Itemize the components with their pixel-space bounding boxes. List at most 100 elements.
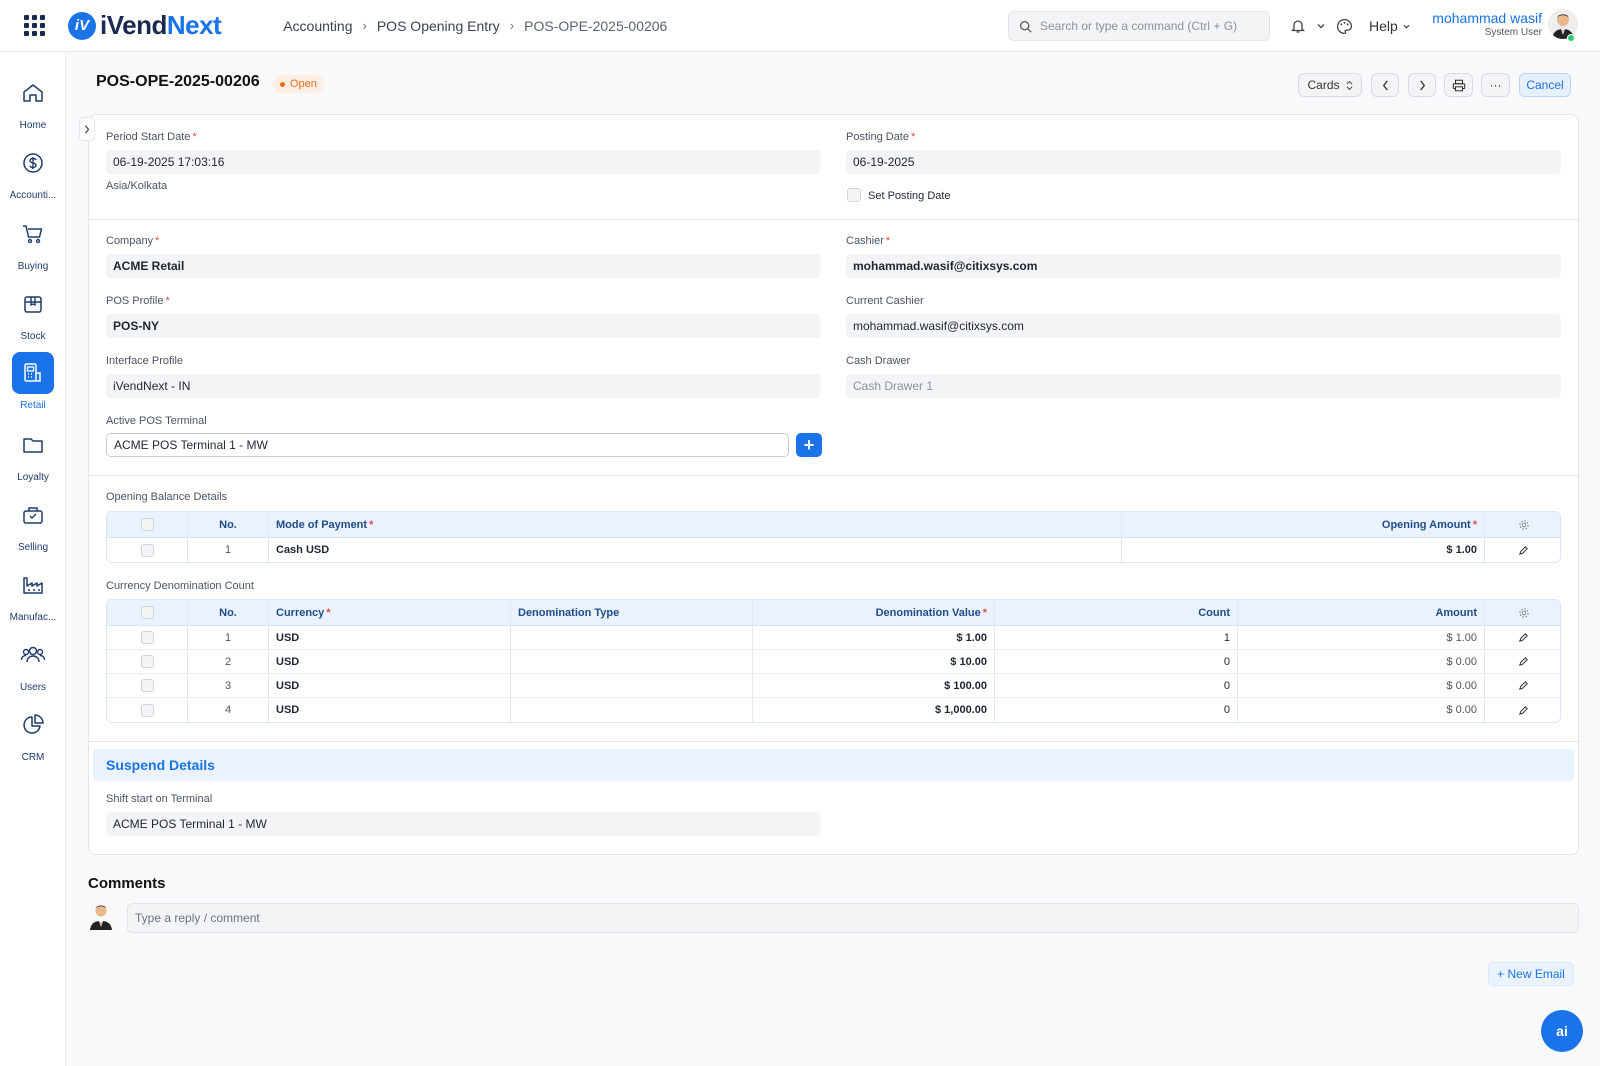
row-edit-cell (1485, 698, 1560, 722)
notification-bell-icon[interactable] (1290, 18, 1306, 34)
pos-profile-field[interactable]: POS-NY (106, 314, 821, 338)
table-header: No. Currency * Denomination Type Denomina… (107, 600, 1560, 626)
sidebar-item-loyalty[interactable]: Loyalty (0, 424, 66, 494)
edit-pencil-icon[interactable] (1518, 656, 1529, 667)
cards-view-button[interactable]: Cards (1298, 73, 1362, 97)
settings-gear-icon[interactable] (1518, 519, 1530, 531)
column-header-denomination-type[interactable]: Denomination Type (511, 600, 753, 625)
select-all-checkbox[interactable] (140, 606, 154, 619)
comment-box[interactable] (127, 903, 1579, 933)
breadcrumb-accounting[interactable]: Accounting (283, 18, 352, 34)
row-checkbox[interactable] (140, 655, 154, 668)
settings-gear-icon[interactable] (1518, 607, 1530, 619)
table-row[interactable]: 1 USD $ 1.00 1 $ 1.00 (107, 626, 1560, 650)
table-row[interactable]: 3 USD $ 100.00 0 $ 0.00 (107, 674, 1560, 698)
chevron-right-icon (1419, 80, 1425, 90)
edit-pencil-icon[interactable] (1518, 680, 1529, 691)
print-button[interactable] (1444, 73, 1473, 97)
sidebar-item-buying[interactable]: Buying (0, 213, 66, 283)
table-row[interactable]: 1 Cash USD $ 1.00 (107, 538, 1560, 562)
cancel-button[interactable]: Cancel (1519, 73, 1571, 97)
column-header-currency[interactable]: Currency * (269, 600, 511, 625)
row-denomination-type[interactable] (511, 650, 753, 673)
interface-profile-field[interactable]: iVendNext - IN (106, 374, 821, 398)
row-count[interactable]: 0 (995, 698, 1238, 722)
column-header-mode-of-payment[interactable]: Mode of Payment * (269, 512, 1122, 537)
search-input[interactable] (1040, 19, 1260, 33)
chevron-down-icon[interactable] (1316, 21, 1326, 31)
more-actions-button[interactable]: ··· (1481, 73, 1510, 97)
ai-assistant-button[interactable]: ai (1541, 1010, 1583, 1052)
set-posting-date-checkbox[interactable] (847, 188, 861, 202)
row-currency[interactable]: USD (269, 698, 511, 722)
row-count[interactable]: 0 (995, 650, 1238, 673)
new-email-button[interactable]: + New Email (1488, 962, 1574, 986)
status-badge: Open (273, 75, 324, 93)
sidebar-item-stock[interactable]: Stock (0, 283, 66, 353)
column-header-denomination-value[interactable]: Denomination Value * (753, 600, 995, 625)
expand-sidebar-toggle[interactable] (79, 117, 95, 141)
row-count[interactable]: 0 (995, 674, 1238, 697)
column-header-count[interactable]: Count (995, 600, 1238, 625)
brand-name: iVendNext (100, 10, 222, 40)
table-row[interactable]: 2 USD $ 10.00 0 $ 0.00 (107, 650, 1560, 674)
user-name: mohammad wasif (1432, 10, 1542, 26)
sidebar-item-retail[interactable]: Retail (0, 352, 66, 422)
sidebar-item-crm[interactable]: CRM (0, 704, 66, 774)
search-bar[interactable] (1008, 11, 1270, 41)
sidebar-item-accounting[interactable]: Accounti... (0, 142, 66, 212)
row-denomination-value[interactable]: $ 1,000.00 (753, 698, 995, 722)
company-field[interactable]: ACME Retail (106, 254, 821, 278)
row-currency[interactable]: USD (269, 626, 511, 649)
column-header-amount[interactable]: Amount (1238, 600, 1485, 625)
add-terminal-button[interactable]: + (796, 433, 822, 457)
row-amount: $ 1.00 (1238, 626, 1485, 649)
breadcrumb-pos-opening-entry[interactable]: POS Opening Entry (377, 18, 500, 34)
sidebar-item-manufacturing[interactable]: Manufac... (0, 564, 66, 634)
select-all-checkbox[interactable] (140, 518, 154, 531)
shift-start-field[interactable]: ACME POS Terminal 1 - MW (106, 812, 821, 836)
row-denomination-value[interactable]: $ 100.00 (753, 674, 995, 697)
row-denomination-type[interactable] (511, 674, 753, 697)
row-denomination-value[interactable]: $ 10.00 (753, 650, 995, 673)
edit-pencil-icon[interactable] (1518, 705, 1529, 716)
row-mode-of-payment[interactable]: Cash USD (269, 538, 1122, 562)
row-opening-amount[interactable]: $ 1.00 (1122, 538, 1485, 562)
row-denomination-value[interactable]: $ 1.00 (753, 626, 995, 649)
help-menu[interactable]: Help (1369, 18, 1411, 34)
previous-record-button[interactable] (1371, 73, 1399, 97)
sidebar-item-home[interactable]: Home (0, 72, 66, 142)
row-currency[interactable]: USD (269, 650, 511, 673)
comment-input[interactable] (135, 911, 1578, 925)
row-select-cell (107, 674, 188, 697)
row-currency[interactable]: USD (269, 674, 511, 697)
posting-date-field[interactable]: 06-19-2025 (846, 150, 1561, 174)
period-start-date-field[interactable]: 06-19-2025 17:03:16 (106, 150, 821, 174)
user-menu[interactable]: mohammad wasif System User (1430, 10, 1542, 38)
palette-icon[interactable] (1336, 18, 1353, 35)
next-record-button[interactable] (1408, 73, 1436, 97)
sidebar-item-users[interactable]: Users (0, 634, 66, 704)
edit-pencil-icon[interactable] (1518, 545, 1529, 556)
row-checkbox[interactable] (140, 543, 154, 557)
edit-pencil-icon[interactable] (1518, 632, 1529, 643)
column-header-no: No. (188, 600, 269, 625)
sidebar-item-selling[interactable]: Selling (0, 494, 66, 564)
current-cashier-field[interactable]: mohammad.wasif@citixsys.com (846, 314, 1561, 338)
brand-logo[interactable]: iV iVendNext (68, 10, 222, 41)
table-row[interactable]: 4 USD $ 1,000.00 0 $ 0.00 (107, 698, 1560, 722)
active-pos-terminal-field[interactable]: ACME POS Terminal 1 - MW (106, 433, 789, 457)
suspend-details-section-header[interactable]: Suspend Details (93, 749, 1574, 781)
row-count[interactable]: 1 (995, 626, 1238, 649)
row-checkbox[interactable] (140, 631, 154, 644)
row-checkbox[interactable] (140, 703, 154, 717)
cashier-field[interactable]: mohammad.wasif@citixsys.com (846, 254, 1561, 278)
app-grid-icon[interactable] (24, 14, 46, 37)
cash-drawer-field[interactable]: Cash Drawer 1 (846, 374, 1561, 398)
row-checkbox[interactable] (140, 679, 154, 692)
posting-date-label: Posting Date * (846, 131, 916, 143)
row-denomination-type[interactable] (511, 698, 753, 722)
column-header-opening-amount[interactable]: Opening Amount * (1122, 512, 1485, 537)
row-denomination-type[interactable] (511, 626, 753, 649)
set-posting-date-label: Set Posting Date (868, 190, 951, 202)
